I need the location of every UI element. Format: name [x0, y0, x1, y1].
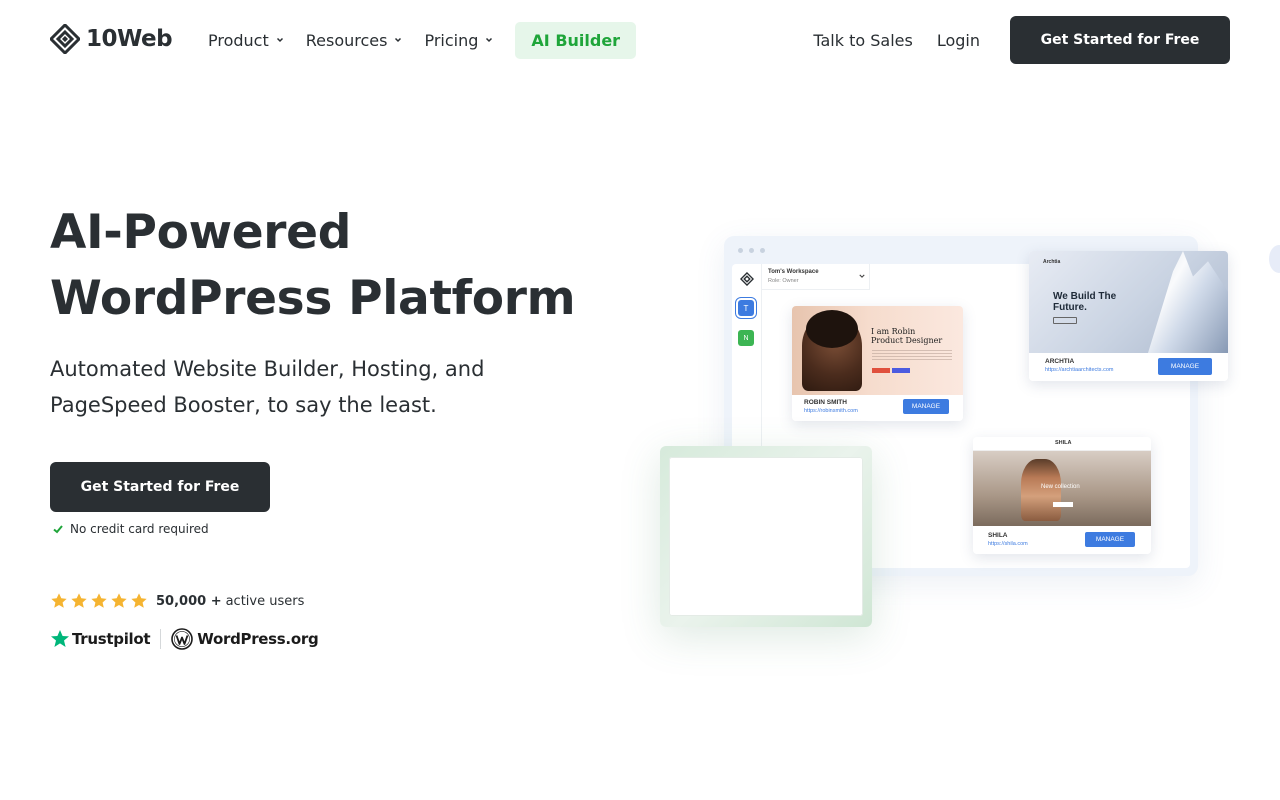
- star-icon: [91, 593, 107, 608]
- rating: 50,000 + active users: [50, 592, 304, 610]
- site-card-footer: ROBIN SMITH https://robinsmith.com MANAG…: [792, 395, 963, 421]
- site-card-footer: ARCHTIA https://archtiaarchitects.com MA…: [1029, 353, 1228, 381]
- hero-subtitle: Automated Website Builder, Hosting, and …: [50, 357, 485, 417]
- shila-logo: SHILA: [1055, 440, 1072, 446]
- blank-site-frame: [660, 446, 872, 627]
- robin-preview-button: [892, 368, 910, 373]
- star-icon: [131, 593, 147, 608]
- chevron-down-icon: [486, 37, 493, 43]
- workspace-selector: Tom's Workspace Role: Owner: [762, 264, 870, 290]
- hero-title-line2: WordPress Platform: [50, 271, 576, 326]
- window-dots: [738, 248, 765, 253]
- archtia-logo: Archtia: [1043, 259, 1061, 265]
- hero-title: AI-Powered WordPress Platform: [50, 200, 610, 332]
- site-card-footer: SHILA https://shila.com MANAGE: [973, 528, 1151, 554]
- trustpilot-badge[interactable]: Trustpilot: [50, 629, 151, 649]
- trustpilot-star-icon: [51, 630, 69, 647]
- manage-button: MANAGE: [1085, 532, 1135, 547]
- nav-item-product[interactable]: Product: [208, 31, 284, 50]
- active-users-count: 50,000 +: [156, 593, 222, 609]
- shila-preview-image: New collection: [973, 451, 1151, 526]
- no-credit-card-text: No credit card required: [70, 522, 209, 536]
- chevron-down-icon: [395, 37, 402, 43]
- badge-divider: [160, 629, 162, 649]
- chevron-down-icon: [276, 37, 283, 43]
- site-url: https://shila.com: [988, 541, 1028, 547]
- top-nav: 10Web Product Resources Pricing AI Build…: [0, 0, 1280, 80]
- logo[interactable]: 10Web: [50, 24, 173, 54]
- manage-button: MANAGE: [1158, 358, 1212, 375]
- nav-item-pricing[interactable]: Pricing: [424, 31, 493, 50]
- model-figure: [1021, 459, 1061, 521]
- no-credit-card-note: No credit card required: [52, 522, 209, 536]
- nav-links: Product Resources Pricing AI Builder: [208, 21, 637, 59]
- workspace-avatar: T: [735, 297, 757, 319]
- archtia-headline: We Build The Future.: [1053, 291, 1117, 313]
- hero-get-started-button[interactable]: Get Started for Free: [50, 462, 270, 512]
- workspace-name: Tom's Workspace: [768, 269, 819, 275]
- star-icon: [111, 593, 127, 608]
- archtia-preview-button: [1053, 317, 1077, 324]
- shila-caption: New collection: [1041, 484, 1080, 490]
- nav-item-label: Product: [208, 30, 269, 50]
- ai-builder-link[interactable]: AI Builder: [515, 21, 637, 59]
- nav-item-label: Pricing: [424, 30, 479, 50]
- blank-site-canvas: [669, 457, 863, 616]
- site-url: https://archtiaarchitects.com: [1045, 367, 1114, 373]
- dashboard-mockup: T N Tom's Workspace Role: Owner: [724, 236, 1198, 576]
- nav-item-resources[interactable]: Resources: [306, 31, 403, 50]
- workspace-avatar: N: [738, 330, 754, 346]
- site-card-robin: I am Robin Product Designer ROBIN SMITH …: [792, 306, 963, 421]
- star-icon: [71, 593, 87, 608]
- checkmark-icon: [53, 525, 63, 534]
- nav-right: Talk to Sales Login Get Started for Free: [813, 16, 1230, 64]
- portrait-figure: [802, 316, 862, 391]
- talk-to-sales-link[interactable]: Talk to Sales: [813, 31, 912, 50]
- logo-text: 10Web: [86, 26, 173, 52]
- workspace-role: Role: Owner: [768, 278, 799, 284]
- carousel-edge-indicator: [1269, 245, 1280, 273]
- nav-item-label: Resources: [305, 30, 388, 50]
- nav-get-started-button[interactable]: Get Started for Free: [1010, 16, 1230, 64]
- trustpilot-label: Trustpilot: [72, 630, 151, 648]
- archtia-preview-image: Archtia We Build The Future.: [1029, 251, 1228, 353]
- login-link[interactable]: Login: [937, 31, 980, 50]
- shila-preview-nav: SHILA: [973, 437, 1151, 451]
- robin-preview-image: I am Robin Product Designer: [792, 306, 963, 395]
- robin-body-text-lines: [872, 350, 952, 360]
- site-name: SHILA: [988, 532, 1008, 539]
- hero-title-line1: AI-Powered: [50, 205, 352, 260]
- site-url: https://robinsmith.com: [804, 408, 858, 414]
- star-icon: [51, 593, 67, 608]
- logo-icon: [50, 24, 80, 54]
- dashboard-body: [732, 264, 1190, 568]
- site-name: ROBIN SMITH: [804, 399, 847, 406]
- site-name: ARCHTIA: [1045, 358, 1075, 365]
- architecture-shape: [1148, 251, 1228, 353]
- shila-preview-button: [1053, 502, 1073, 507]
- wordpress-label: WordPress.org: [197, 630, 319, 648]
- portrait-hair: [806, 310, 858, 348]
- trust-badges: Trustpilot WordPress.org: [50, 627, 319, 651]
- mockup-sidebar: [732, 264, 762, 568]
- wordpress-badge[interactable]: WordPress.org: [171, 628, 319, 650]
- chevron-down-icon: [859, 274, 865, 278]
- site-card-shila: SHILA New collection SHILA https://shila…: [973, 437, 1151, 554]
- manage-button: MANAGE: [903, 399, 949, 414]
- wordpress-icon: [171, 628, 194, 650]
- mini-logo-icon: [740, 272, 754, 286]
- robin-greeting: I am Robin Product Designer: [871, 327, 943, 345]
- active-users-label: active users: [225, 593, 305, 609]
- robin-preview-button: [872, 368, 890, 373]
- site-card-archtia: Archtia We Build The Future. ARCHTIA htt…: [1029, 251, 1228, 381]
